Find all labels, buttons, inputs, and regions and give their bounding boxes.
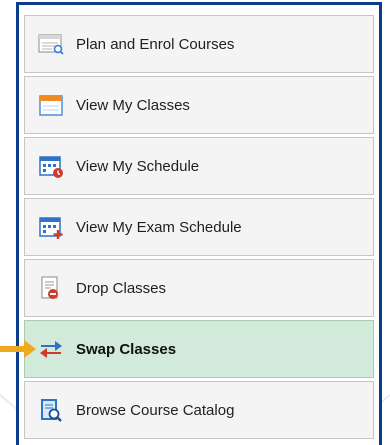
menu-item-view-classes[interactable]: View My Classes <box>24 76 374 134</box>
schedule-icon <box>37 152 65 180</box>
swap-classes-icon <box>37 335 65 363</box>
menu-item-label: View My Schedule <box>76 157 200 175</box>
menu-item-label: Browse Course Catalog <box>76 401 235 419</box>
plan-courses-icon <box>37 30 65 58</box>
menu-item-plan-and-enrol[interactable]: Plan and Enrol Courses <box>24 15 374 73</box>
menu-item-view-schedule[interactable]: View My Schedule <box>24 137 374 195</box>
menu-item-label: View My Exam Schedule <box>76 218 242 236</box>
menu-item-swap-classes[interactable]: Swap Classes <box>24 320 374 378</box>
course-catalog-icon <box>37 396 65 424</box>
menu-item-label: View My Classes <box>76 96 190 114</box>
pointer-arrow-icon <box>0 340 36 358</box>
student-menu-panel: Plan and Enrol Courses View My Classes V… <box>16 2 382 445</box>
menu-item-drop-classes[interactable]: Drop Classes <box>24 259 374 317</box>
menu-item-label: Drop Classes <box>76 279 167 297</box>
menu-item-label: Swap Classes <box>76 340 177 358</box>
calendar-classes-icon <box>37 91 65 119</box>
menu-item-browse-catalog[interactable]: Browse Course Catalog <box>24 381 374 439</box>
menu-item-label: Plan and Enrol Courses <box>76 35 235 53</box>
exam-schedule-icon <box>37 213 65 241</box>
drop-classes-icon <box>37 274 65 302</box>
menu-item-view-exam-schedule[interactable]: View My Exam Schedule <box>24 198 374 256</box>
